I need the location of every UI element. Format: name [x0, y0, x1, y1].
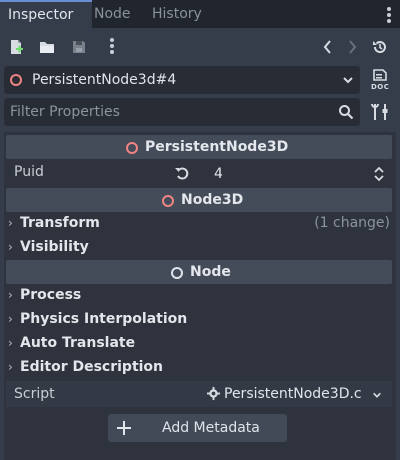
dock-menu-icon[interactable] [387, 7, 391, 25]
section-persistent-node3d: PersistentNode3D [6, 135, 392, 159]
persistent-node3d-icon [10, 74, 22, 86]
forward-icon[interactable] [338, 33, 366, 61]
chevron-right-icon: › [8, 312, 13, 326]
node-selector[interactable]: PersistentNode3d#4 [4, 66, 360, 94]
revert-icon[interactable] [174, 165, 190, 181]
transform-change-count: (1 change) [314, 215, 390, 231]
inspector-toolbar [0, 33, 400, 61]
node3d-icon [162, 195, 174, 207]
tab-inspector[interactable]: Inspector [0, 0, 92, 28]
history-icon[interactable] [366, 33, 394, 61]
chevron-right-icon: › [8, 336, 13, 350]
save-resource-icon[interactable] [65, 33, 93, 61]
chevron-right-icon: › [8, 216, 13, 230]
inspector-dock: Inspector Node History PersistentNode3d#… [0, 0, 400, 460]
group-physics-interpolation[interactable]: › Physics Interpolation [8, 307, 187, 331]
script-value: PersistentNode3D.c [224, 386, 362, 402]
section-node-label: Node [190, 264, 231, 280]
properties-panel: PersistentNode3D Puid 4 Node3D › Transfor… [4, 132, 396, 460]
node-icon [171, 267, 183, 279]
puid-label: Puid [14, 164, 44, 180]
script-label: Script [14, 386, 55, 402]
load-resource-icon[interactable] [33, 33, 61, 61]
new-resource-icon[interactable] [2, 33, 30, 61]
filter-placeholder: Filter Properties [10, 104, 120, 120]
group-visibility-label: Visibility [20, 239, 89, 255]
persistent-node3d-icon [126, 142, 138, 154]
node-selector-label: PersistentNode3d#4 [32, 72, 177, 88]
add-metadata-label: Add Metadata [162, 420, 260, 436]
doc-label: DOC [371, 83, 390, 91]
inspector-tools-button[interactable] [366, 98, 394, 126]
script-resource-picker[interactable]: PersistentNode3D.c [200, 382, 390, 406]
section-node: Node [6, 260, 392, 284]
doc-button[interactable]: DOC [366, 66, 394, 94]
group-transform[interactable]: › Transform [8, 211, 100, 235]
tools-icon [371, 103, 388, 120]
section-persistent-node3d-label: PersistentNode3D [145, 139, 289, 155]
group-editor-description[interactable]: › Editor Description [8, 355, 163, 379]
more-options-icon[interactable] [98, 33, 126, 61]
spin-arrows-icon[interactable] [373, 166, 385, 182]
filter-properties-field[interactable]: Filter Properties [4, 98, 360, 126]
group-transform-label: Transform [20, 215, 100, 231]
chevron-down-icon[interactable] [372, 390, 382, 400]
puid-spinbox[interactable]: 4 [200, 162, 390, 186]
puid-value: 4 [214, 166, 223, 182]
group-process[interactable]: › Process [8, 283, 81, 307]
chevron-right-icon: › [8, 288, 13, 302]
search-icon [339, 105, 354, 120]
tab-node[interactable]: Node [94, 0, 140, 28]
section-node3d: Node3D [6, 188, 392, 212]
chevron-right-icon: › [8, 240, 13, 254]
group-visibility[interactable]: › Visibility [8, 235, 89, 259]
group-physics-interpolation-label: Physics Interpolation [20, 311, 188, 327]
chevron-down-icon [343, 77, 353, 84]
group-auto-translate-label: Auto Translate [20, 335, 136, 351]
group-auto-translate[interactable]: › Auto Translate [8, 331, 135, 355]
dock-tab-bar: Inspector Node History [0, 0, 400, 28]
gear-icon [206, 386, 221, 401]
chevron-right-icon: › [8, 360, 13, 374]
group-editor-description-label: Editor Description [20, 359, 164, 375]
section-node3d-label: Node3D [181, 192, 244, 208]
group-process-label: Process [20, 287, 82, 303]
add-metadata-button[interactable]: Add Metadata [108, 414, 287, 442]
add-icon [117, 421, 131, 435]
tab-history[interactable]: History [152, 0, 212, 28]
